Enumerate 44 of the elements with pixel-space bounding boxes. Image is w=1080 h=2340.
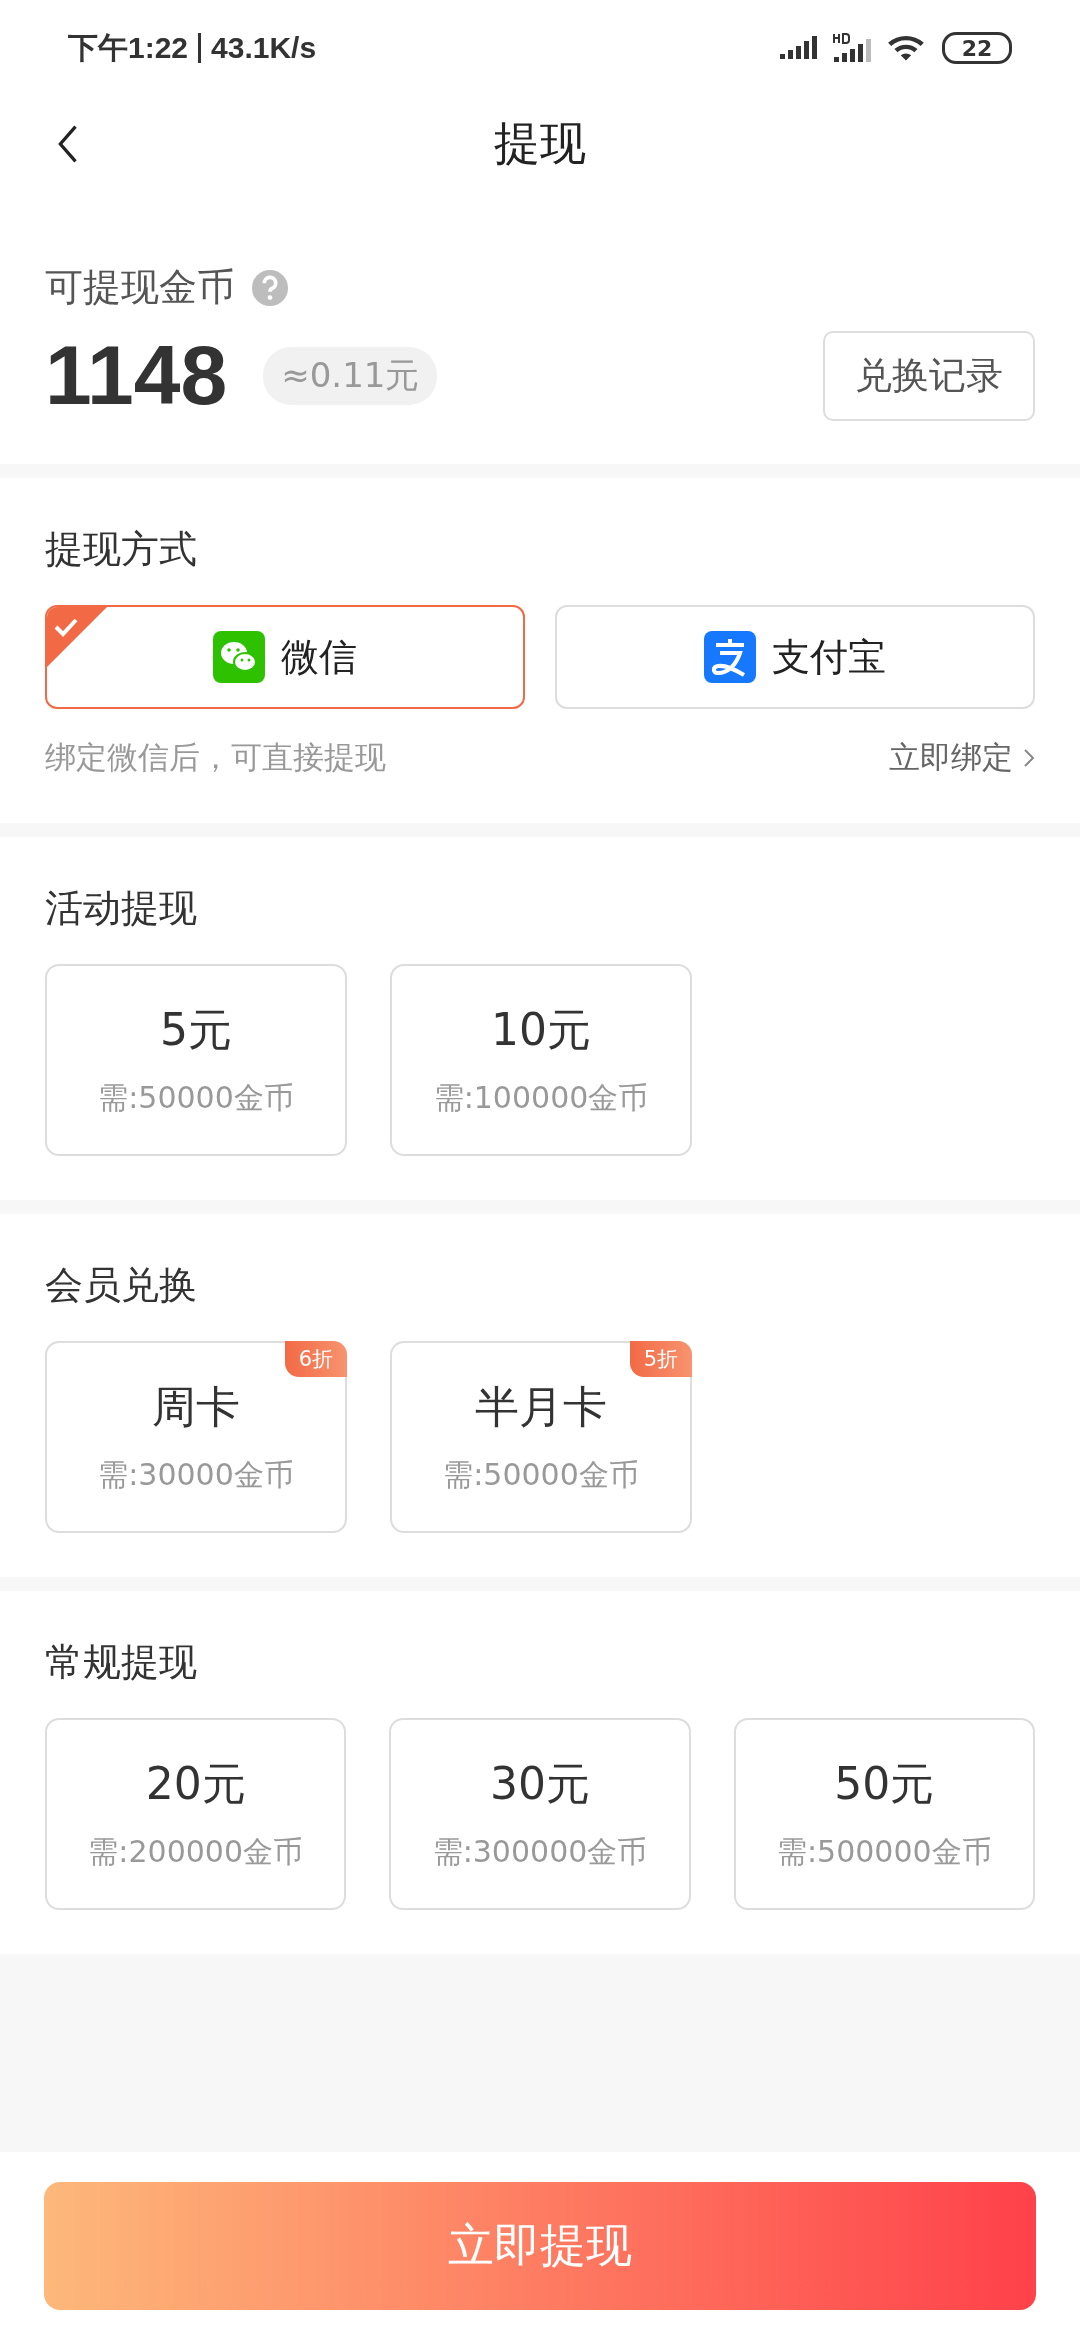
section-title: 常规提现 — [45, 1639, 198, 1686]
option-card[interactable]: 5元 需:50000金币 — [45, 964, 347, 1156]
section-title: 会员兑换 — [45, 1262, 198, 1309]
option-name: 10元 — [491, 1003, 591, 1057]
option-name: 30元 — [490, 1757, 590, 1811]
check-corner-icon — [47, 607, 107, 667]
option-card[interactable]: 50元 需:500000金币 — [733, 1718, 1035, 1910]
chat-bubbles-icon — [213, 631, 265, 683]
history-button[interactable]: 兑换记录 — [823, 330, 1035, 421]
payment-option[interactable]: 微信 — [45, 605, 525, 709]
coin-amount: 1148 — [45, 327, 228, 424]
option-cost: 需:200000金币 — [88, 1833, 303, 1871]
option-name: 50元 — [834, 1757, 935, 1811]
section-title: 活动提现 — [45, 885, 198, 932]
option-card[interactable]: 5折 半月卡 需:50000金币 — [390, 1341, 692, 1533]
status-time: 下午1:22 — [68, 29, 189, 66]
page-title: 提现 — [494, 115, 586, 172]
battery-icon: 22 — [942, 32, 1012, 64]
hd-signal-icon — [832, 33, 872, 63]
option-card[interactable]: 6折 周卡 需:30000金币 — [45, 1341, 347, 1533]
option-name: 5元 — [160, 1003, 232, 1057]
payment-option[interactable]: 支付宝 — [555, 605, 1035, 709]
option-name: 半月卡 — [475, 1380, 607, 1434]
option-cost: 需:50000金币 — [443, 1456, 639, 1494]
option-cost: 需:50000金币 — [98, 1079, 294, 1117]
option-cost: 需:30000金币 — [98, 1456, 294, 1494]
discount-badge: 6折 — [284, 1341, 347, 1377]
section-title: 提现方式 — [45, 526, 198, 573]
pay-logo-icon — [704, 631, 756, 683]
option-cost: 需:500000金币 — [777, 1833, 992, 1871]
option-cost: 需:300000金币 — [432, 1833, 648, 1871]
discount-badge: 5折 — [629, 1341, 692, 1377]
option-name: 周卡 — [152, 1380, 240, 1434]
hint-text: 绑定微信后，可直接提现 — [45, 738, 386, 777]
option-card[interactable]: 30元 需:300000金币 — [389, 1718, 691, 1910]
bind-link[interactable]: 立即绑定 — [889, 737, 1035, 779]
network-speed: 43.1K/s — [211, 31, 317, 65]
option-name: 20元 — [145, 1757, 246, 1811]
option-card[interactable]: 20元 需:200000金币 — [45, 1718, 347, 1910]
option-card[interactable]: 10元 需:100000金币 — [390, 964, 692, 1156]
balance-label: 可提现金币 — [45, 264, 235, 311]
option-cost: 需:100000金币 — [433, 1079, 649, 1117]
chevron-right-icon — [1023, 748, 1035, 768]
approx-value-tag: ≈0.11元 — [263, 346, 438, 405]
